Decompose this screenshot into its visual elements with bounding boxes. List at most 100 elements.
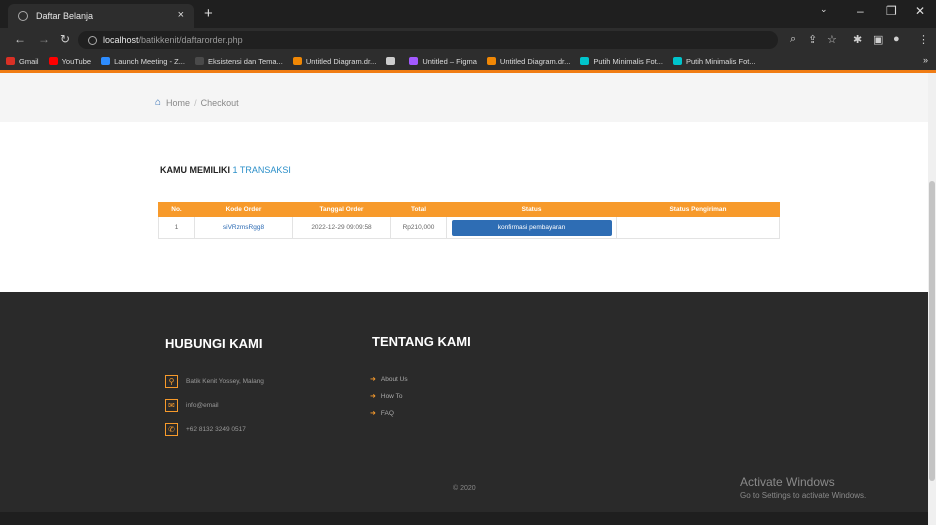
bookmark-label: Untitled – Figma — [422, 56, 477, 66]
order-total: Rp210,000 — [390, 216, 447, 239]
profile-icon[interactable]: ● — [893, 33, 900, 45]
globe-icon — [18, 11, 28, 21]
footer-link-faq[interactable]: ➜ FAQ — [370, 409, 394, 418]
footer-link-label[interactable]: FAQ — [381, 410, 394, 417]
contact-address-text: Batik Kenit Yossey, Malang — [186, 378, 264, 385]
column-header: Kode Order — [194, 202, 293, 217]
copyright-text: © 2020 — [453, 485, 476, 492]
footer-link-label[interactable]: How To — [381, 393, 403, 400]
bookmark-item[interactable]: Eksistensi dan Tema... — [194, 56, 283, 66]
bookmark-item[interactable]: Launch Meeting - Z... — [101, 57, 185, 66]
address-bar-row: ← → ↻ localhost/batikkenit/daftarorder.p… — [0, 28, 936, 52]
bookmark-favicon-icon — [486, 57, 496, 65]
share-icon[interactable]: ⇪ — [808, 33, 817, 46]
column-header: Status — [446, 202, 617, 217]
bookmarks-bar: Gmail YouTube Launch Meeting - Z... Eksiste… — [0, 52, 936, 70]
bookmark-label: YouTube — [61, 56, 92, 66]
reload-icon[interactable]: ↻ — [60, 32, 70, 46]
bookmark-favicon-icon — [48, 57, 58, 65]
extensions-icon[interactable]: ✱ — [853, 33, 862, 46]
bookmark-item[interactable] — [386, 57, 399, 65]
arrow-right-icon: ➜ — [370, 393, 376, 400]
table-row: 1 siVRzmsRgg8 2022-12-29 09:09:58 Rp210,… — [158, 216, 780, 239]
order-title-prefix: KAMU MEMILIKI — [160, 165, 230, 175]
home-icon[interactable]: ⌂ — [155, 97, 161, 108]
phone-icon: ✆ — [165, 423, 178, 436]
transaction-count: 1 TRANSAKSI — [232, 165, 291, 175]
footer-link-about[interactable]: ➜ About Us — [370, 375, 408, 384]
bookmark-item[interactable]: YouTube — [48, 56, 92, 66]
bookmark-item[interactable]: Putih Minimalis Fot... — [672, 57, 756, 66]
new-tab-button[interactable]: + — [204, 5, 213, 22]
map-pin-icon: ⚲ — [165, 375, 178, 388]
bookmark-favicon-icon — [386, 57, 396, 65]
order-date: 2022-12-29 09:09:58 — [292, 216, 391, 239]
bookmark-item[interactable]: Untitled – Figma — [409, 57, 477, 66]
star-icon[interactable]: ☆ — [827, 33, 837, 46]
mail-icon: ✉ — [165, 399, 178, 412]
bookmark-favicon-icon — [409, 57, 419, 65]
breadcrumb: ⌂ Home / Checkout — [155, 97, 239, 108]
bookmark-favicon-icon — [6, 57, 15, 65]
bookmark-label: Eksistensi dan Tema... — [207, 56, 283, 66]
restore-button[interactable]: ❐ — [886, 4, 897, 18]
confirm-payment-button[interactable]: konfirmasi pembayaran — [451, 219, 612, 236]
about-heading: TENTANG KAMI — [372, 334, 471, 349]
order-summary-title: KAMU MEMILIKI 1 TRANSAKSI — [160, 165, 291, 175]
bookmark-label: Putih Minimalis Fot... — [593, 56, 663, 66]
bookmark-item[interactable]: Putih Minimalis Fot... — [580, 57, 663, 66]
bookmark-favicon-icon — [580, 57, 590, 65]
bookmark-label: Untitled Diagram.dr... — [305, 56, 377, 66]
breadcrumb-section: ⌂ Home / Checkout — [0, 73, 936, 122]
activate-windows-subtitle: Go to Settings to activate Windows. — [740, 491, 867, 500]
site-info-icon[interactable] — [88, 35, 97, 45]
activate-windows-watermark: Activate Windows Go to Settings to activ… — [740, 475, 866, 500]
page-scrollbar[interactable] — [928, 73, 936, 525]
browser-tab[interactable]: Daftar Belanja × — [8, 4, 194, 28]
bookmark-item[interactable]: Untitled Diagram.dr... — [486, 56, 571, 66]
contact-phone-text: +62 8132 3249 0517 — [186, 426, 246, 433]
chevron-down-icon[interactable]: ⌄ — [820, 4, 828, 15]
back-icon[interactable]: ← — [14, 32, 26, 46]
breadcrumb-current: Checkout — [200, 97, 239, 108]
contact-email-text: info@email — [186, 402, 219, 409]
column-header: Tanggal Order — [292, 202, 391, 217]
close-window-button[interactable]: ✕ — [915, 4, 925, 18]
breadcrumb-home[interactable]: Home — [166, 98, 190, 108]
tab-title: Daftar Belanja — [36, 11, 94, 21]
order-code-cell: siVRzmsRgg8 — [194, 216, 293, 239]
shipping-status — [616, 216, 780, 239]
bookmark-favicon-icon — [101, 57, 111, 65]
column-header: Status Pengiriman — [616, 202, 780, 217]
breadcrumb-separator: / — [194, 97, 197, 108]
url-field[interactable]: localhost/batikkenit/daftarorder.php — [78, 31, 778, 49]
bookmark-favicon-icon — [292, 57, 302, 65]
order-number: 1 — [158, 216, 195, 239]
footer-bottom-strip — [0, 512, 928, 525]
menu-icon[interactable]: ⋮ — [918, 33, 929, 46]
url-path: /batikkenit/daftarorder.php — [138, 35, 243, 45]
bookmark-label: Gmail — [19, 56, 39, 66]
bookmark-favicon-icon — [672, 57, 682, 65]
footer-link-label[interactable]: About Us — [381, 376, 408, 383]
bookmark-favicon-icon — [194, 57, 204, 65]
contact-address: ⚲ Batik Kenit Yossey, Malang — [165, 375, 264, 388]
forward-icon[interactable]: → — [38, 32, 50, 46]
bookmarks-overflow-button[interactable]: » — [923, 55, 928, 65]
arrow-right-icon: ➜ — [370, 410, 376, 417]
bookmark-label: Untitled Diagram.dr... — [499, 56, 571, 66]
column-header: Total — [390, 202, 447, 217]
sidepanel-icon[interactable]: ▣ — [873, 33, 883, 46]
table-header-row: No. Kode Order Tanggal Order Total Statu… — [158, 202, 780, 217]
scrollbar-thumb[interactable] — [929, 181, 935, 481]
order-code-link[interactable]: siVRzmsRgg8 — [223, 224, 264, 231]
arrow-right-icon: ➜ — [370, 376, 376, 383]
zoom-icon[interactable]: ⌕ — [790, 33, 796, 46]
orders-table: No. Kode Order Tanggal Order Total Statu… — [158, 202, 780, 239]
bookmark-item[interactable]: Untitled Diagram.dr... — [292, 56, 377, 66]
tab-close-icon[interactable]: × — [178, 9, 184, 21]
minimize-button[interactable]: – — [857, 4, 864, 18]
bookmark-item[interactable]: Gmail — [6, 57, 39, 66]
footer-link-howto[interactable]: ➜ How To — [370, 392, 403, 401]
browser-tab-bar: Daftar Belanja × + ⌄ – ❐ ✕ — [0, 0, 936, 28]
